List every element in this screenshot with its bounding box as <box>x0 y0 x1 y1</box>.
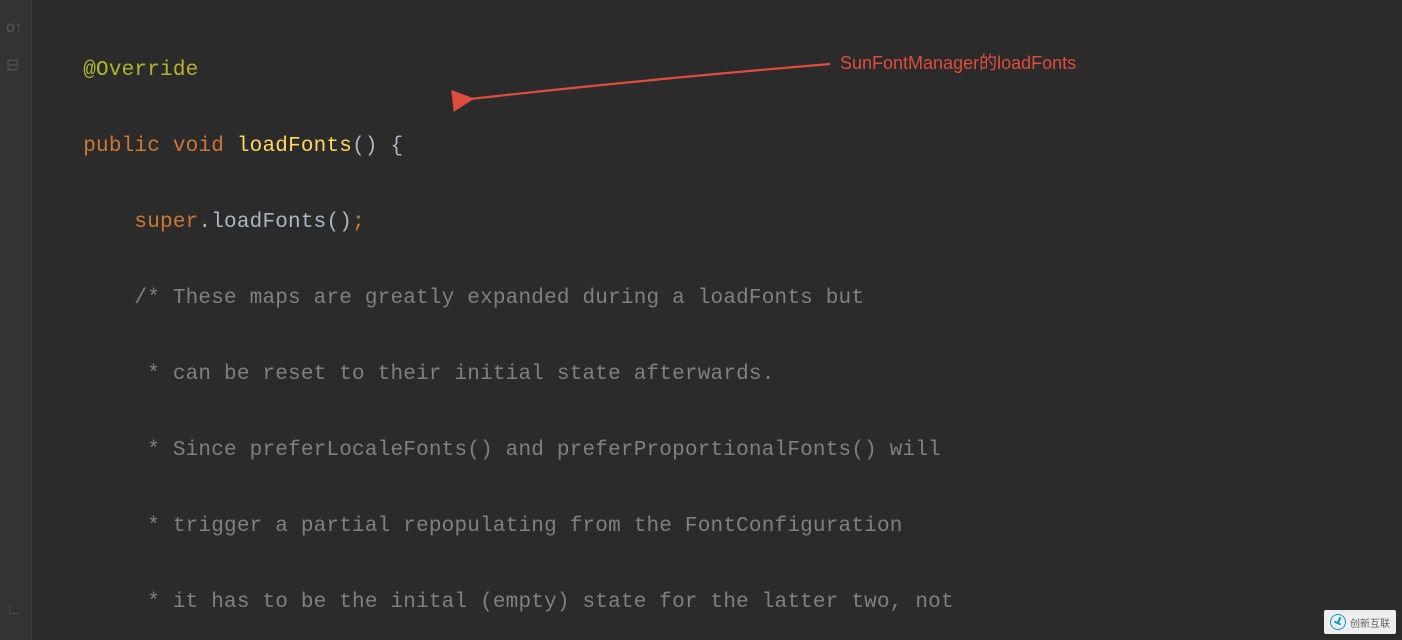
watermark-text: 创新互联 <box>1350 615 1390 630</box>
annotation-text: SunFontManager的loadFonts <box>840 49 1076 75</box>
editor-gutter: o↑ ⊟ ∟ <box>0 0 32 640</box>
fold-end-marker-icon[interactable]: ∟ <box>6 602 22 618</box>
comment-line: * it has to be the inital (empty) state … <box>32 584 1382 622</box>
fold-marker-icon[interactable]: ⊟ <box>6 58 19 74</box>
watermark-logo-icon <box>1330 614 1346 630</box>
comment-line: * can be reset to their initial state af… <box>32 356 1382 394</box>
comment-line: * trigger a partial repopulating from th… <box>32 508 1382 546</box>
comment-line: * Since preferLocaleFonts() and preferPr… <box>32 432 1382 470</box>
comment-line: /* These maps are greatly expanded durin… <box>32 280 1382 318</box>
annotation-override: @Override <box>83 59 198 82</box>
code-line: public void loadFonts() { <box>32 128 1382 166</box>
super-call: loadFonts <box>211 211 326 234</box>
override-gutter-icon[interactable]: o↑ <box>6 20 23 36</box>
code-line: @Override <box>32 52 1382 90</box>
method-name: loadFonts <box>237 135 352 158</box>
code-line: super.loadFonts(); <box>32 204 1382 242</box>
watermark: 创新互联 <box>1324 610 1396 634</box>
code-editor[interactable]: @Override public void loadFonts() { supe… <box>32 14 1382 640</box>
